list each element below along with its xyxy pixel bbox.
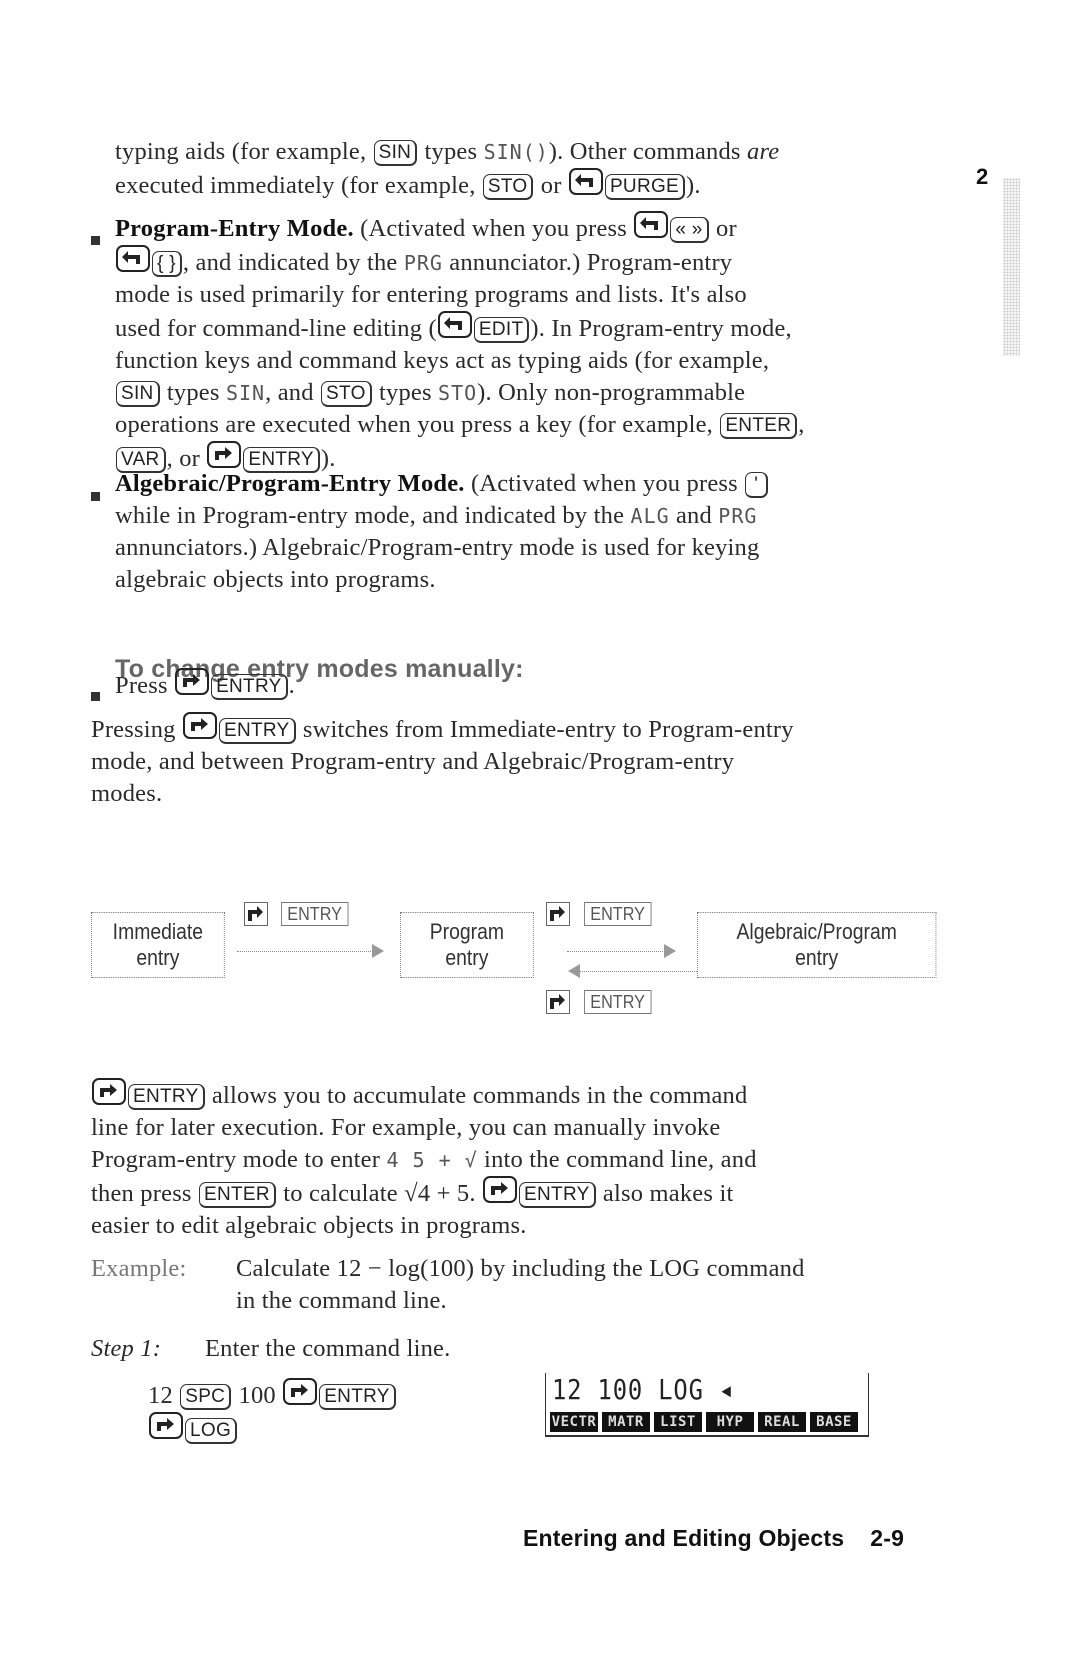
- step-label: Step 1:: [91, 1335, 162, 1362]
- chapter-tab-number: 2: [976, 164, 989, 189]
- example-block: Example: Calculate 12 − log(100) by incl…: [91, 1253, 911, 1317]
- chapter-thumb-tab: [1003, 178, 1020, 356]
- menu-key-real: REAL: [758, 1412, 806, 1432]
- purge-key: PURGE: [604, 174, 686, 200]
- manual-page: 2 typing aids (for example, SIN types SI…: [0, 0, 1080, 1656]
- sto-key: STO: [482, 174, 534, 200]
- right-shift-key-icon: [244, 902, 268, 926]
- program-entry-mode-paragraph: Program-Entry Mode. (Activated when you …: [115, 211, 935, 475]
- program-entry-box: Program entry: [400, 912, 534, 978]
- program-delimiter-key: « »: [670, 217, 709, 243]
- algebraic-program-entry-mode-paragraph: Algebraic/Program-Entry Mode. (Activated…: [115, 468, 935, 596]
- bullet-icon: [91, 236, 100, 245]
- right-shift-key-icon: [149, 1412, 183, 1439]
- sin-key: SIN: [116, 381, 160, 407]
- sto-key: STO: [321, 381, 372, 407]
- left-shift-key-icon: [634, 211, 669, 238]
- alg-annunciator: ALG: [630, 504, 670, 528]
- intro-paragraph: typing aids (for example, SIN types SIN(…: [115, 136, 935, 202]
- command-line: 12 100 LOG ◂: [552, 1373, 735, 1406]
- list-delimiter-key: { }: [152, 251, 182, 277]
- page-footer: Entering and Editing Objects 2-9: [523, 1525, 904, 1552]
- bullet-icon: [91, 692, 100, 701]
- arrow-left-icon: [568, 964, 580, 978]
- enter-key: ENTER: [198, 1182, 276, 1208]
- entry-key: ENTRY: [584, 990, 652, 1014]
- step-1: Step 1: Enter the command line.: [91, 1333, 911, 1365]
- menu-key-list: LIST: [654, 1412, 702, 1432]
- footer-title: Entering and Editing Objects: [523, 1525, 845, 1551]
- sin-key: SIN: [373, 140, 418, 166]
- lcd-text: 4 5 + √: [386, 1148, 478, 1172]
- immediate-entry-box: Immediate entry: [91, 912, 225, 978]
- left-shift-key-icon: [116, 245, 150, 272]
- entry-key: ENTRY: [281, 902, 349, 926]
- procedure-step: Press ENTRY.: [115, 668, 935, 702]
- algebraic-program-entry-box: Algebraic/Program entry: [697, 912, 937, 978]
- right-shift-key-icon: [546, 902, 570, 926]
- example-label: Example:: [91, 1255, 187, 1282]
- menu-key-hyp: HYP: [706, 1412, 754, 1432]
- arrow-right-icon: [372, 944, 384, 958]
- menu-key-base: BASE: [810, 1412, 858, 1432]
- menu-key-vectr: VECTR: [550, 1412, 598, 1432]
- entry-key: ENTRY: [211, 674, 288, 700]
- spc-key: SPC: [180, 1384, 232, 1410]
- entry-key: ENTRY: [128, 1084, 205, 1110]
- prg-annunciator: PRG: [403, 251, 443, 275]
- arrow-right-icon: [664, 944, 676, 958]
- intro-line-2: executed immediately (for example, STO o…: [115, 168, 935, 202]
- right-shift-key-icon: [182, 712, 217, 739]
- menu-key-matr: MATR: [602, 1412, 650, 1432]
- enter-key: ENTER: [720, 413, 798, 439]
- math-expression: √4 + 5: [404, 1180, 470, 1207]
- right-shift-key-icon: [207, 441, 242, 468]
- entry-key: ENTRY: [584, 902, 652, 926]
- bullet-icon: [91, 492, 100, 501]
- arrow-line: [580, 971, 697, 972]
- left-shift-key-icon: [568, 168, 603, 195]
- left-shift-key-icon: [437, 311, 472, 338]
- right-shift-key-icon: [92, 1078, 126, 1105]
- entry-key: ENTRY: [218, 718, 296, 744]
- mode-title: Program-Entry Mode.: [115, 215, 354, 242]
- mode-title: Algebraic/Program-Entry Mode.: [115, 470, 465, 497]
- edit-key: EDIT: [473, 317, 530, 343]
- calculator-screen: 12 100 LOG ◂ VECTR MATR LIST HYP REAL BA…: [545, 1373, 869, 1437]
- prg-annunciator: PRG: [718, 504, 758, 528]
- page-number: 2-9: [870, 1525, 905, 1551]
- entry-key: ENTRY: [519, 1182, 596, 1208]
- arrow-line: [237, 951, 375, 952]
- right-shift-key-icon: [175, 668, 210, 695]
- lcd-text: SIN(): [483, 140, 549, 164]
- right-shift-key-icon: [546, 990, 570, 1014]
- procedure-explanation: Pressing ENTRY switches from Immediate-e…: [91, 712, 911, 810]
- tick-key: ': [745, 472, 769, 498]
- entry-key: ENTRY: [319, 1384, 396, 1410]
- menu-keys: VECTR MATR LIST HYP REAL BASE: [550, 1412, 858, 1432]
- arrow-line: [567, 951, 667, 952]
- step-1-keystrokes: 12 SPC 100 ENTRY LOG: [148, 1378, 508, 1446]
- right-shift-key-icon: [283, 1378, 318, 1405]
- log-key: LOG: [185, 1418, 238, 1444]
- accumulate-paragraph: ENTRY allows you to accumulate commands …: [91, 1078, 911, 1242]
- intro-line-1: typing aids (for example, SIN types SIN(…: [115, 138, 780, 166]
- right-shift-key-icon: [483, 1176, 518, 1203]
